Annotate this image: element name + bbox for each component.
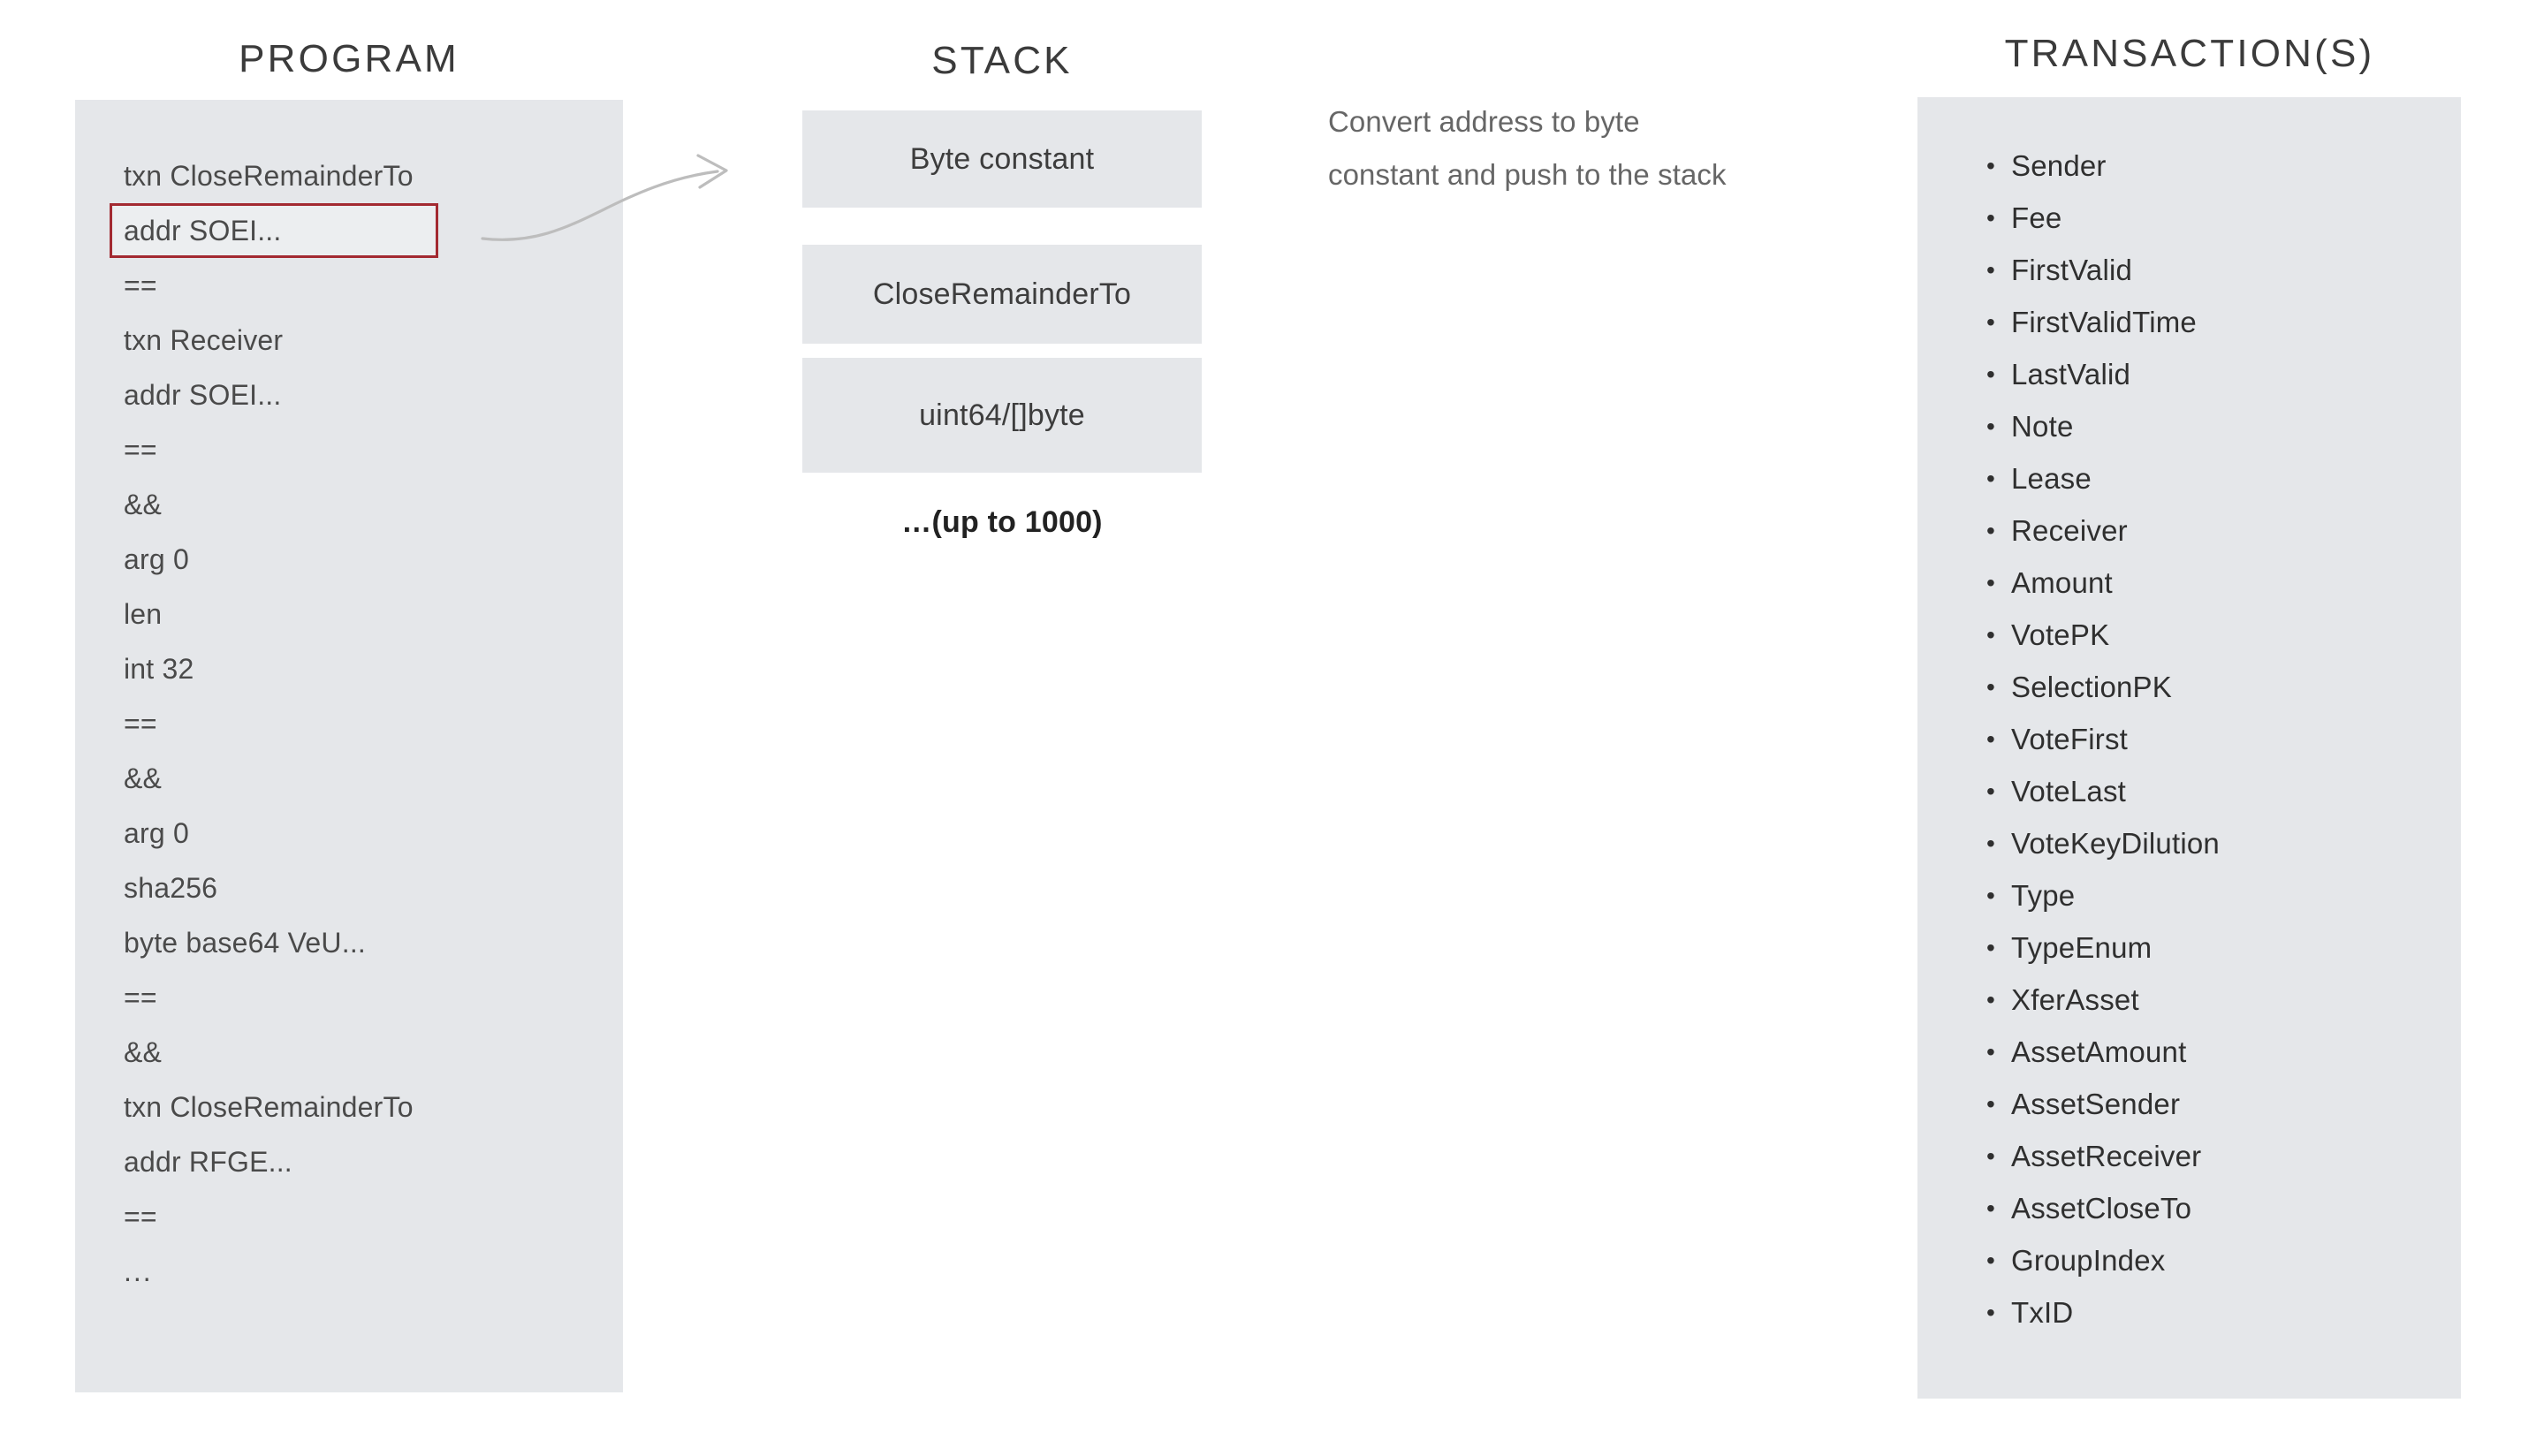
program-line: == <box>124 982 157 1013</box>
program-line: addr RFGE... <box>124 1146 292 1178</box>
transaction-field: FirstValidTime <box>1986 296 2446 348</box>
program-line: arg 0 <box>124 543 189 575</box>
program-line: && <box>124 762 163 794</box>
transaction-field: AssetSender <box>1986 1078 2446 1130</box>
annotation-text: Convert address to byte constant and pus… <box>1328 95 1823 201</box>
transaction-field: TxID <box>1986 1286 2446 1338</box>
program-line: txn Receiver <box>124 324 284 356</box>
program-line: == <box>124 708 157 739</box>
transaction-field: SelectionPK <box>1986 661 2446 713</box>
annotation-line-2: constant and push to the stack <box>1328 158 1727 191</box>
transaction-field: VoteKeyDilution <box>1986 817 2446 869</box>
transaction-field: Sender <box>1986 140 2446 192</box>
transaction-field: FirstValid <box>1986 244 2446 296</box>
transaction-field: XferAsset <box>1986 974 2446 1026</box>
transaction-field-list: SenderFeeFirstValidFirstValidTimeLastVal… <box>1986 140 2446 1338</box>
stack-capacity-note: …(up to 1000) <box>901 505 1103 539</box>
transaction-field: Lease <box>1986 452 2446 504</box>
transaction-field: VoteFirst <box>1986 713 2446 765</box>
program-line: && <box>124 489 163 520</box>
transaction-field: AssetAmount <box>1986 1026 2446 1078</box>
transaction-field: Receiver <box>1986 504 2446 557</box>
program-line: txn CloseRemainderTo <box>124 1091 414 1123</box>
program-line: == <box>124 1201 157 1232</box>
program-line: byte base64 VeU... <box>124 927 367 959</box>
transaction-field: Amount <box>1986 557 2446 609</box>
program-line: len <box>124 598 163 630</box>
stack-item-close-remainder-to: CloseRemainderTo <box>802 245 1202 344</box>
program-to-stack-arrow <box>481 154 728 241</box>
stack-item-uint64-byte: uint64/[]byte <box>802 358 1202 473</box>
program-line: ... <box>124 1255 153 1287</box>
program-line-highlighted: addr SOEI... <box>110 203 438 258</box>
program-column-title: PROGRAM <box>239 37 459 80</box>
diagram-canvas: PROGRAM STACK TRANSACTION(S) txn CloseRe… <box>0 0 2536 1456</box>
stack-item-byte-constant: Byte constant <box>802 110 1202 208</box>
program-line: == <box>124 434 157 466</box>
program-line: sha256 <box>124 872 218 904</box>
transaction-field: AssetCloseTo <box>1986 1182 2446 1234</box>
transaction-field: Fee <box>1986 192 2446 244</box>
program-instruction-list: txn CloseRemainderTo addr SOEI... == txn Re… <box>110 148 619 1299</box>
transaction-field: Type <box>1986 869 2446 921</box>
transaction-field: VotePK <box>1986 609 2446 661</box>
stack-column-title: STACK <box>931 39 1073 82</box>
transaction-field: GroupIndex <box>1986 1234 2446 1286</box>
annotation-line-1: Convert address to byte <box>1328 105 1640 138</box>
transaction-field: AssetReceiver <box>1986 1130 2446 1182</box>
program-line: && <box>124 1036 163 1068</box>
transaction-field: VoteLast <box>1986 765 2446 817</box>
program-line: int 32 <box>124 653 194 685</box>
transaction-field: TypeEnum <box>1986 921 2446 974</box>
transaction-field: Note <box>1986 400 2446 452</box>
transactions-column-title: TRANSACTION(S) <box>2004 32 2375 75</box>
program-line: arg 0 <box>124 817 189 849</box>
program-line: addr SOEI... <box>124 379 282 411</box>
transaction-field: LastValid <box>1986 348 2446 400</box>
